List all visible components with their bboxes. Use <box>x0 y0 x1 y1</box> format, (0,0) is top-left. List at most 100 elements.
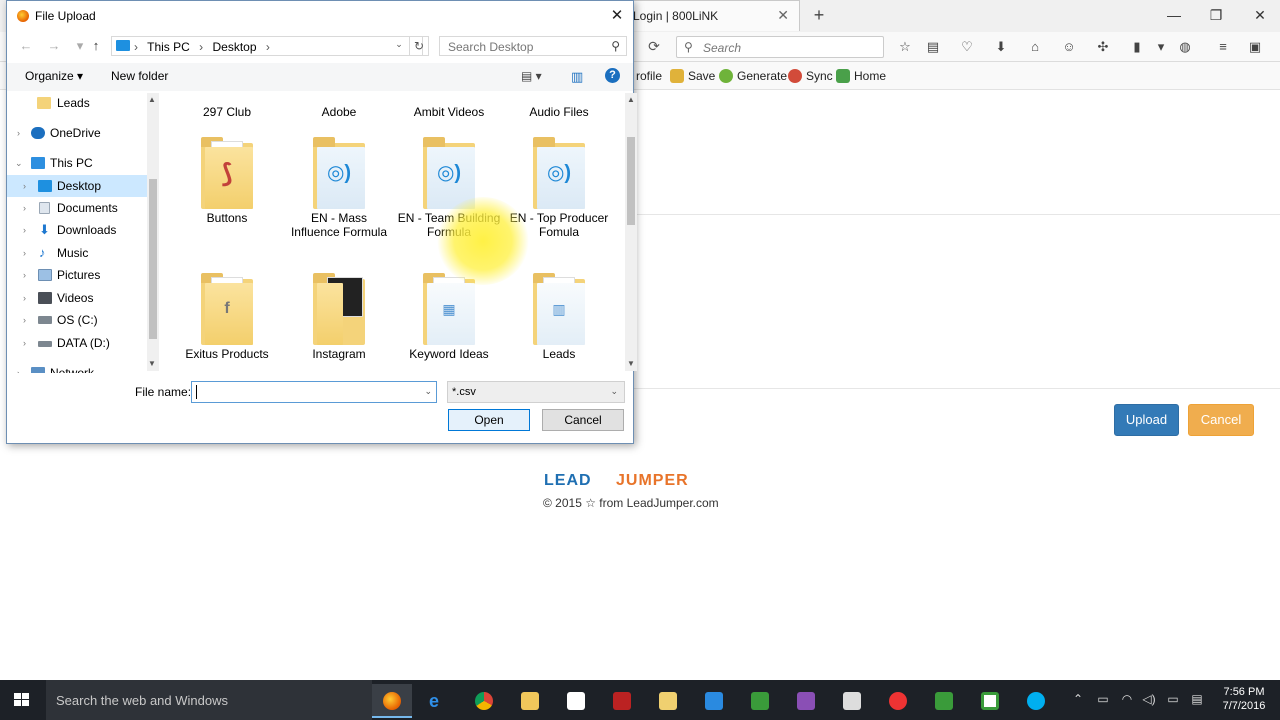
reload-icon[interactable]: ⟳ <box>644 38 664 56</box>
chevron-right-icon[interactable]: › <box>23 332 26 354</box>
refresh-icon[interactable]: ↻ <box>409 36 429 56</box>
clock[interactable]: 7:56 PM 7/7/2016 <box>1216 685 1272 713</box>
taskbar-app[interactable] <box>878 684 918 718</box>
chat-icon[interactable]: ☺ <box>1058 38 1080 56</box>
scroll-up-icon[interactable]: ▲ <box>148 95 156 104</box>
tab-close-icon[interactable]: ✕ <box>777 7 789 24</box>
addon-icon[interactable]: ▣ <box>1244 38 1266 56</box>
taskbar-app[interactable] <box>602 684 642 718</box>
taskbar-app[interactable] <box>648 684 688 718</box>
chevron-down-icon[interactable]: ⌄ <box>15 152 23 174</box>
chevron-down-icon[interactable]: ⌄ <box>424 386 432 397</box>
folder-item[interactable]: 297 Club <box>175 91 279 119</box>
folder-item[interactable]: Audio Files <box>507 91 611 119</box>
tray-chevron-up-icon[interactable]: ⌃ <box>1070 692 1086 708</box>
nav-item-onedrive[interactable]: › OneDrive <box>7 122 147 144</box>
scroll-down-icon[interactable]: ▼ <box>148 359 156 368</box>
taskbar-app[interactable] <box>740 684 780 718</box>
folder-item[interactable]: Adobe <box>287 91 391 119</box>
download-icon[interactable]: ⬇ <box>990 38 1012 56</box>
taskbar-firefox[interactable] <box>372 684 412 718</box>
forward-arrow-icon[interactable]: → <box>45 38 63 54</box>
nav-item-network[interactable]: › Network <box>7 362 147 373</box>
home-icon[interactable]: ⌂ <box>1024 38 1046 56</box>
nav-scrollbar[interactable]: ▲ ▼ <box>147 93 159 371</box>
back-arrow-icon[interactable]: ← <box>17 38 35 54</box>
taskbar-dropbox[interactable] <box>694 684 734 718</box>
chevron-right-icon[interactable]: › <box>23 197 26 219</box>
folder-item[interactable]: ▦ Keyword Ideas <box>397 273 501 361</box>
page-cancel-button[interactable]: Cancel <box>1188 404 1254 436</box>
bookmark-home[interactable]: Home <box>836 68 886 84</box>
new-folder-button[interactable]: New folder <box>111 69 168 83</box>
dialog-close-icon[interactable]: ✕ <box>607 7 627 25</box>
chevron-right-icon[interactable]: › <box>23 287 26 309</box>
dialog-cancel-button[interactable]: Cancel <box>542 409 624 431</box>
breadcrumb-item[interactable]: Desktop <box>213 40 257 54</box>
scroll-thumb[interactable] <box>149 179 157 339</box>
window-close-icon[interactable]: ✕ <box>1240 4 1280 26</box>
help-icon[interactable]: ? <box>605 68 620 83</box>
scroll-thumb[interactable] <box>627 137 635 225</box>
taskbar-onenote[interactable] <box>786 684 826 718</box>
organize-button[interactable]: Organize ▾ <box>25 69 83 83</box>
chevron-right-icon[interactable]: › <box>23 309 26 331</box>
nav-item-documents[interactable]: › Documents <box>7 197 147 219</box>
nav-item-downloads[interactable]: › ⬇ Downloads <box>7 219 147 241</box>
folder-item[interactable]: ⟆ Buttons <box>175 137 279 225</box>
browser-search-input[interactable]: ⚲ Search <box>676 36 884 58</box>
file-scrollbar[interactable]: ▲ ▼ <box>625 93 637 371</box>
nav-item-leads[interactable]: Leads <box>7 92 147 114</box>
bookmark-sync[interactable]: Sync <box>788 68 833 84</box>
nav-item-data-d[interactable]: › DATA (D:) <box>7 332 147 354</box>
up-arrow-icon[interactable]: ↑ <box>87 38 105 54</box>
maximize-icon[interactable]: ❐ <box>1196 4 1236 26</box>
taskbar-skype[interactable] <box>1016 684 1056 718</box>
chevron-right-icon[interactable]: › <box>23 219 26 241</box>
nav-item-this-pc[interactable]: ⌄ This PC <box>7 152 147 174</box>
search-desktop-input[interactable]: Search Desktop ⚲ <box>439 36 627 56</box>
taskbar-store[interactable] <box>556 684 596 718</box>
nav-item-os-c[interactable]: › OS (C:) <box>7 309 147 331</box>
menu-icon[interactable]: ≡ <box>1212 38 1234 56</box>
taskbar-edge[interactable]: e <box>418 684 458 718</box>
tray-volume-icon[interactable]: ◁) <box>1140 692 1158 708</box>
taskbar-app[interactable] <box>924 684 964 718</box>
nav-item-desktop[interactable]: › Desktop <box>7 175 147 197</box>
folder-item[interactable]: Instagram <box>287 273 391 361</box>
chevron-right-icon[interactable]: › <box>23 175 26 197</box>
tray-notification-icon[interactable]: ▤ <box>1188 692 1206 708</box>
chevron-right-icon[interactable]: › <box>23 242 26 264</box>
taskbar-app[interactable] <box>832 684 872 718</box>
dialog-title-bar[interactable]: File Upload <box>7 1 633 31</box>
bookmark-generate[interactable]: Generate <box>719 68 787 84</box>
tray-wifi-icon[interactable]: ◠ <box>1118 692 1136 708</box>
file-name-input[interactable]: ⌄ <box>191 381 437 403</box>
open-button[interactable]: Open <box>448 409 530 431</box>
folder-item[interactable]: Ambit Videos <box>397 91 501 119</box>
file-type-select[interactable]: *.csv ⌄ <box>447 381 625 403</box>
globe-icon[interactable]: ◍ <box>1174 38 1196 56</box>
new-tab-icon[interactable]: + <box>808 4 830 26</box>
taskbar-chrome[interactable] <box>464 684 504 718</box>
scroll-down-icon[interactable]: ▼ <box>627 359 635 368</box>
bookmark-star-icon[interactable]: ☆ <box>894 38 916 56</box>
chevron-down-icon[interactable]: ⌄ <box>610 386 618 397</box>
address-bar[interactable]: › This PC › Desktop › <box>111 36 423 56</box>
nav-item-pictures[interactable]: › Pictures <box>7 264 147 286</box>
taskbar-search[interactable]: Search the web and Windows <box>46 680 372 720</box>
nav-item-videos[interactable]: › Videos <box>7 287 147 309</box>
tray-keyboard-icon[interactable]: ▭ <box>1164 692 1182 708</box>
taskbar-camtasia[interactable] <box>970 684 1010 718</box>
folder-item[interactable]: ▥ Leads <box>507 273 611 361</box>
breadcrumb-item[interactable]: This PC <box>147 40 190 54</box>
folder-item[interactable]: ◎) EN - Mass Influence Formula <box>287 137 391 239</box>
address-dropdown-icon[interactable]: ⌄ <box>393 39 405 51</box>
upload-button[interactable]: Upload <box>1114 404 1179 436</box>
chevron-right-icon[interactable]: › <box>17 362 20 373</box>
clipboard-icon[interactable]: ▮ <box>1126 38 1148 56</box>
pocket-icon[interactable]: ♡ <box>956 38 978 56</box>
minimize-icon[interactable]: — <box>1154 4 1194 26</box>
extension-icon[interactable]: ✣ <box>1092 38 1114 56</box>
chevron-right-icon[interactable]: › <box>17 122 20 144</box>
